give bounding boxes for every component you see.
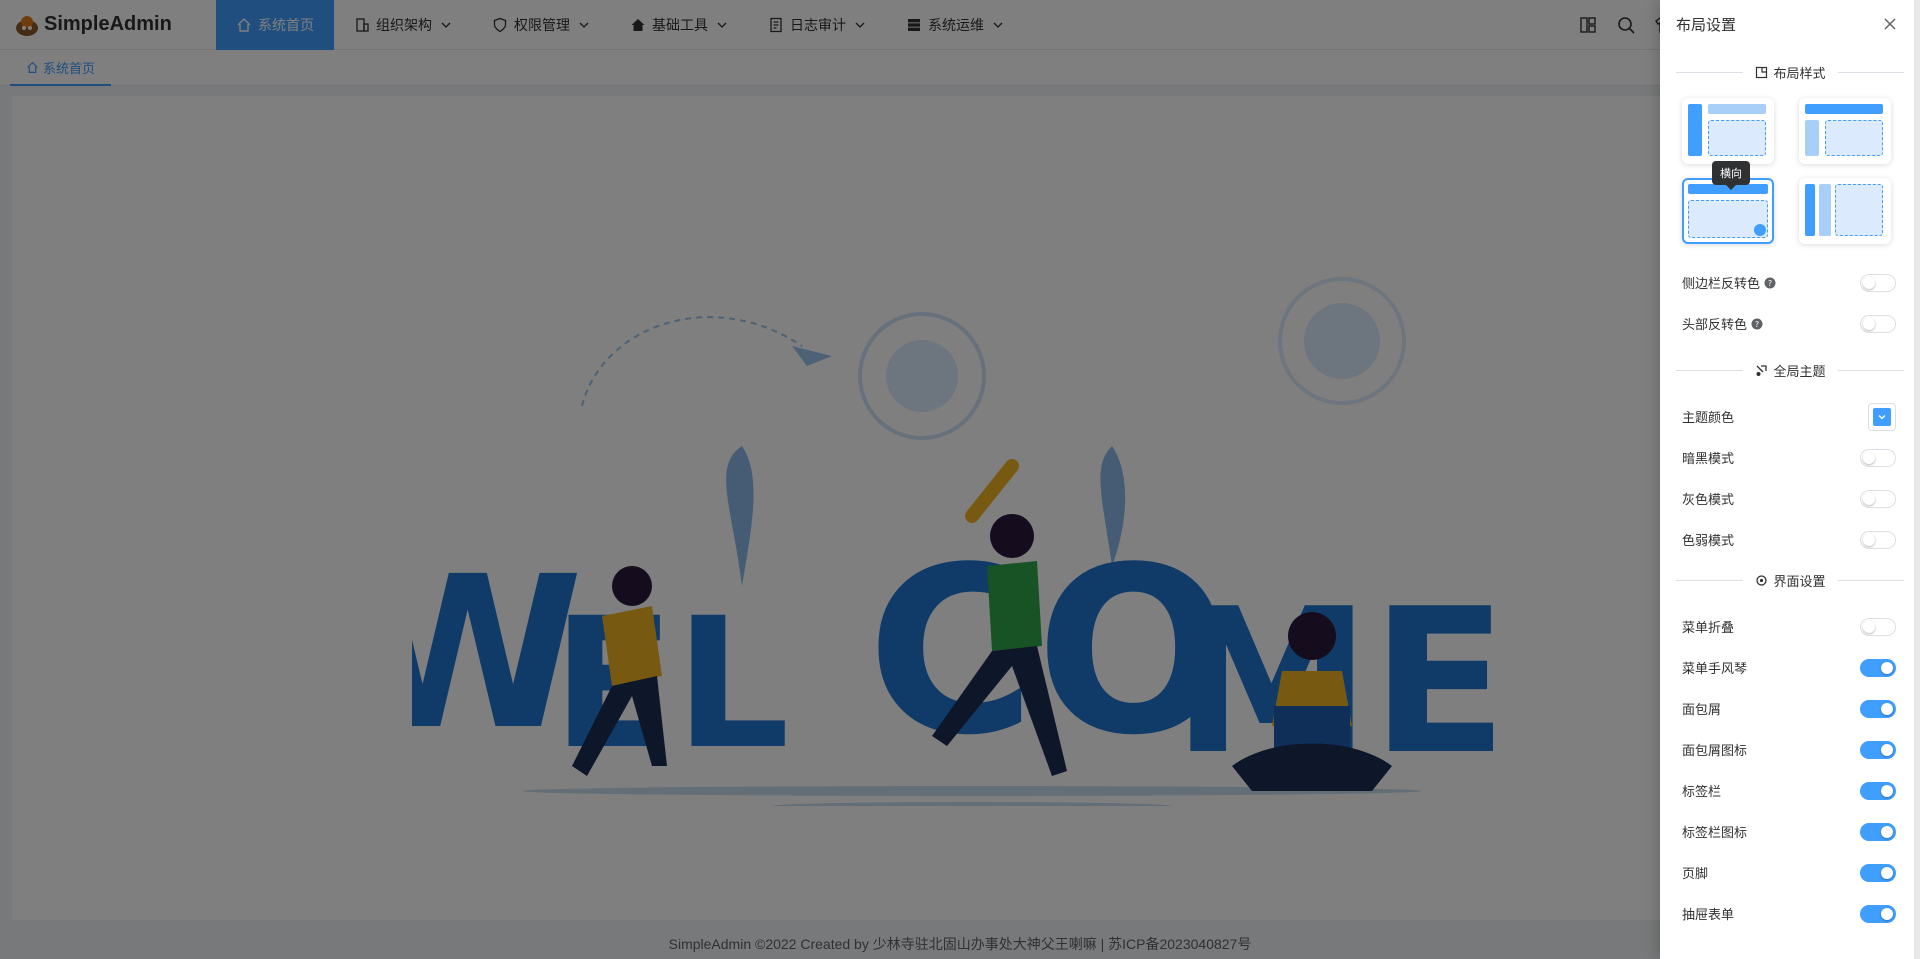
layout-tooltip: 横向 (1712, 161, 1750, 190)
layout-style-icon (1755, 66, 1767, 78)
breadcrumb-icon-switch[interactable] (1860, 740, 1896, 759)
footer-row: 页脚 (1660, 852, 1920, 893)
drawer-scrollbar[interactable] (1914, 0, 1920, 959)
dark-mode-label: 暗黑模式 (1682, 451, 1735, 466)
layout-columns[interactable] (1799, 178, 1891, 244)
breadcrumb-icon-label: 面包屑图标 (1682, 743, 1748, 758)
drawer-form-row: 抽屉表单 (1660, 893, 1920, 934)
breadcrumb-icon-row: 面包屑图标 (1660, 729, 1920, 770)
weak-mode-row: 色弱模式 (1660, 519, 1920, 560)
menu-accordion-label: 菜单手风琴 (1682, 661, 1748, 676)
menu-accordion-switch[interactable] (1860, 658, 1896, 677)
drawer-form-label: 抽屉表单 (1682, 907, 1735, 922)
section-label: 布局样式 (1773, 65, 1826, 81)
footer-label: 页脚 (1682, 866, 1709, 881)
tabs-icon-label: 标签栏图标 (1682, 825, 1748, 840)
breadcrumb-row: 面包屑 (1660, 688, 1920, 729)
header-invert-label: 头部反转色 (1682, 317, 1748, 332)
svg-text:?: ? (1755, 320, 1759, 329)
header-invert-switch[interactable] (1860, 314, 1896, 333)
gear-icon (1755, 574, 1767, 586)
sidebar-invert-label: 侧边栏反转色 (1682, 276, 1761, 291)
tabs-icon-switch[interactable] (1860, 822, 1896, 841)
section-label: 全局主题 (1773, 363, 1826, 379)
drawer-title: 布局设置 (1676, 16, 1737, 34)
tabs-label: 标签栏 (1682, 784, 1722, 799)
weak-mode-label: 色弱模式 (1682, 533, 1735, 548)
layout-vertical[interactable] (1682, 98, 1774, 164)
weak-mode-switch[interactable] (1860, 530, 1896, 549)
theme-color-picker[interactable] (1868, 402, 1896, 431)
tabs-switch[interactable] (1860, 781, 1896, 800)
dark-mode-switch[interactable] (1860, 448, 1896, 467)
gray-mode-switch[interactable] (1860, 489, 1896, 508)
svg-text:?: ? (1768, 279, 1772, 288)
layout-section-title: 布局样式 (1676, 60, 1904, 84)
help-icon[interactable]: ? (1751, 318, 1763, 330)
ui-section-title: 界面设置 (1676, 568, 1904, 592)
menu-collapse-label: 菜单折叠 (1682, 620, 1735, 635)
tabs-icon-row: 标签栏图标 (1660, 811, 1920, 852)
menu-collapse-row: 菜单折叠 (1660, 606, 1920, 647)
layout-options (1660, 98, 1920, 244)
header-invert-row: 头部反转色 ? (1660, 303, 1920, 344)
layout-settings-drawer: 布局设置 布局样式 侧边栏反转色 ? 头部反转色 ? 全局主题 主题颜色 暗黑模… (1660, 0, 1920, 959)
theme-section-title: 全局主题 (1676, 358, 1904, 382)
breadcrumb-switch[interactable] (1860, 699, 1896, 718)
dark-mode-row: 暗黑模式 (1660, 437, 1920, 478)
layout-classic[interactable] (1799, 98, 1891, 164)
gray-mode-row: 灰色模式 (1660, 478, 1920, 519)
close-icon[interactable] (1882, 16, 1898, 32)
tabs-row: 标签栏 (1660, 770, 1920, 811)
brush-icon (1756, 364, 1767, 376)
gray-mode-label: 灰色模式 (1682, 492, 1735, 507)
sidebar-invert-switch[interactable] (1860, 273, 1896, 292)
menu-accordion-row: 菜单手风琴 (1660, 647, 1920, 688)
help-icon[interactable]: ? (1764, 277, 1776, 289)
footer-switch[interactable] (1860, 863, 1896, 882)
check-icon (1754, 224, 1766, 236)
menu-collapse-switch[interactable] (1860, 617, 1896, 636)
theme-color-row: 主题颜色 (1660, 396, 1920, 437)
section-label: 界面设置 (1773, 573, 1826, 589)
drawer-form-switch[interactable] (1860, 904, 1896, 923)
chevron-down-icon (1878, 414, 1886, 419)
sidebar-invert-row: 侧边栏反转色 ? (1660, 262, 1920, 303)
breadcrumb-label: 面包屑 (1682, 702, 1722, 717)
theme-color-label: 主题颜色 (1682, 410, 1735, 425)
drawer-overlay[interactable] (0, 0, 1920, 959)
